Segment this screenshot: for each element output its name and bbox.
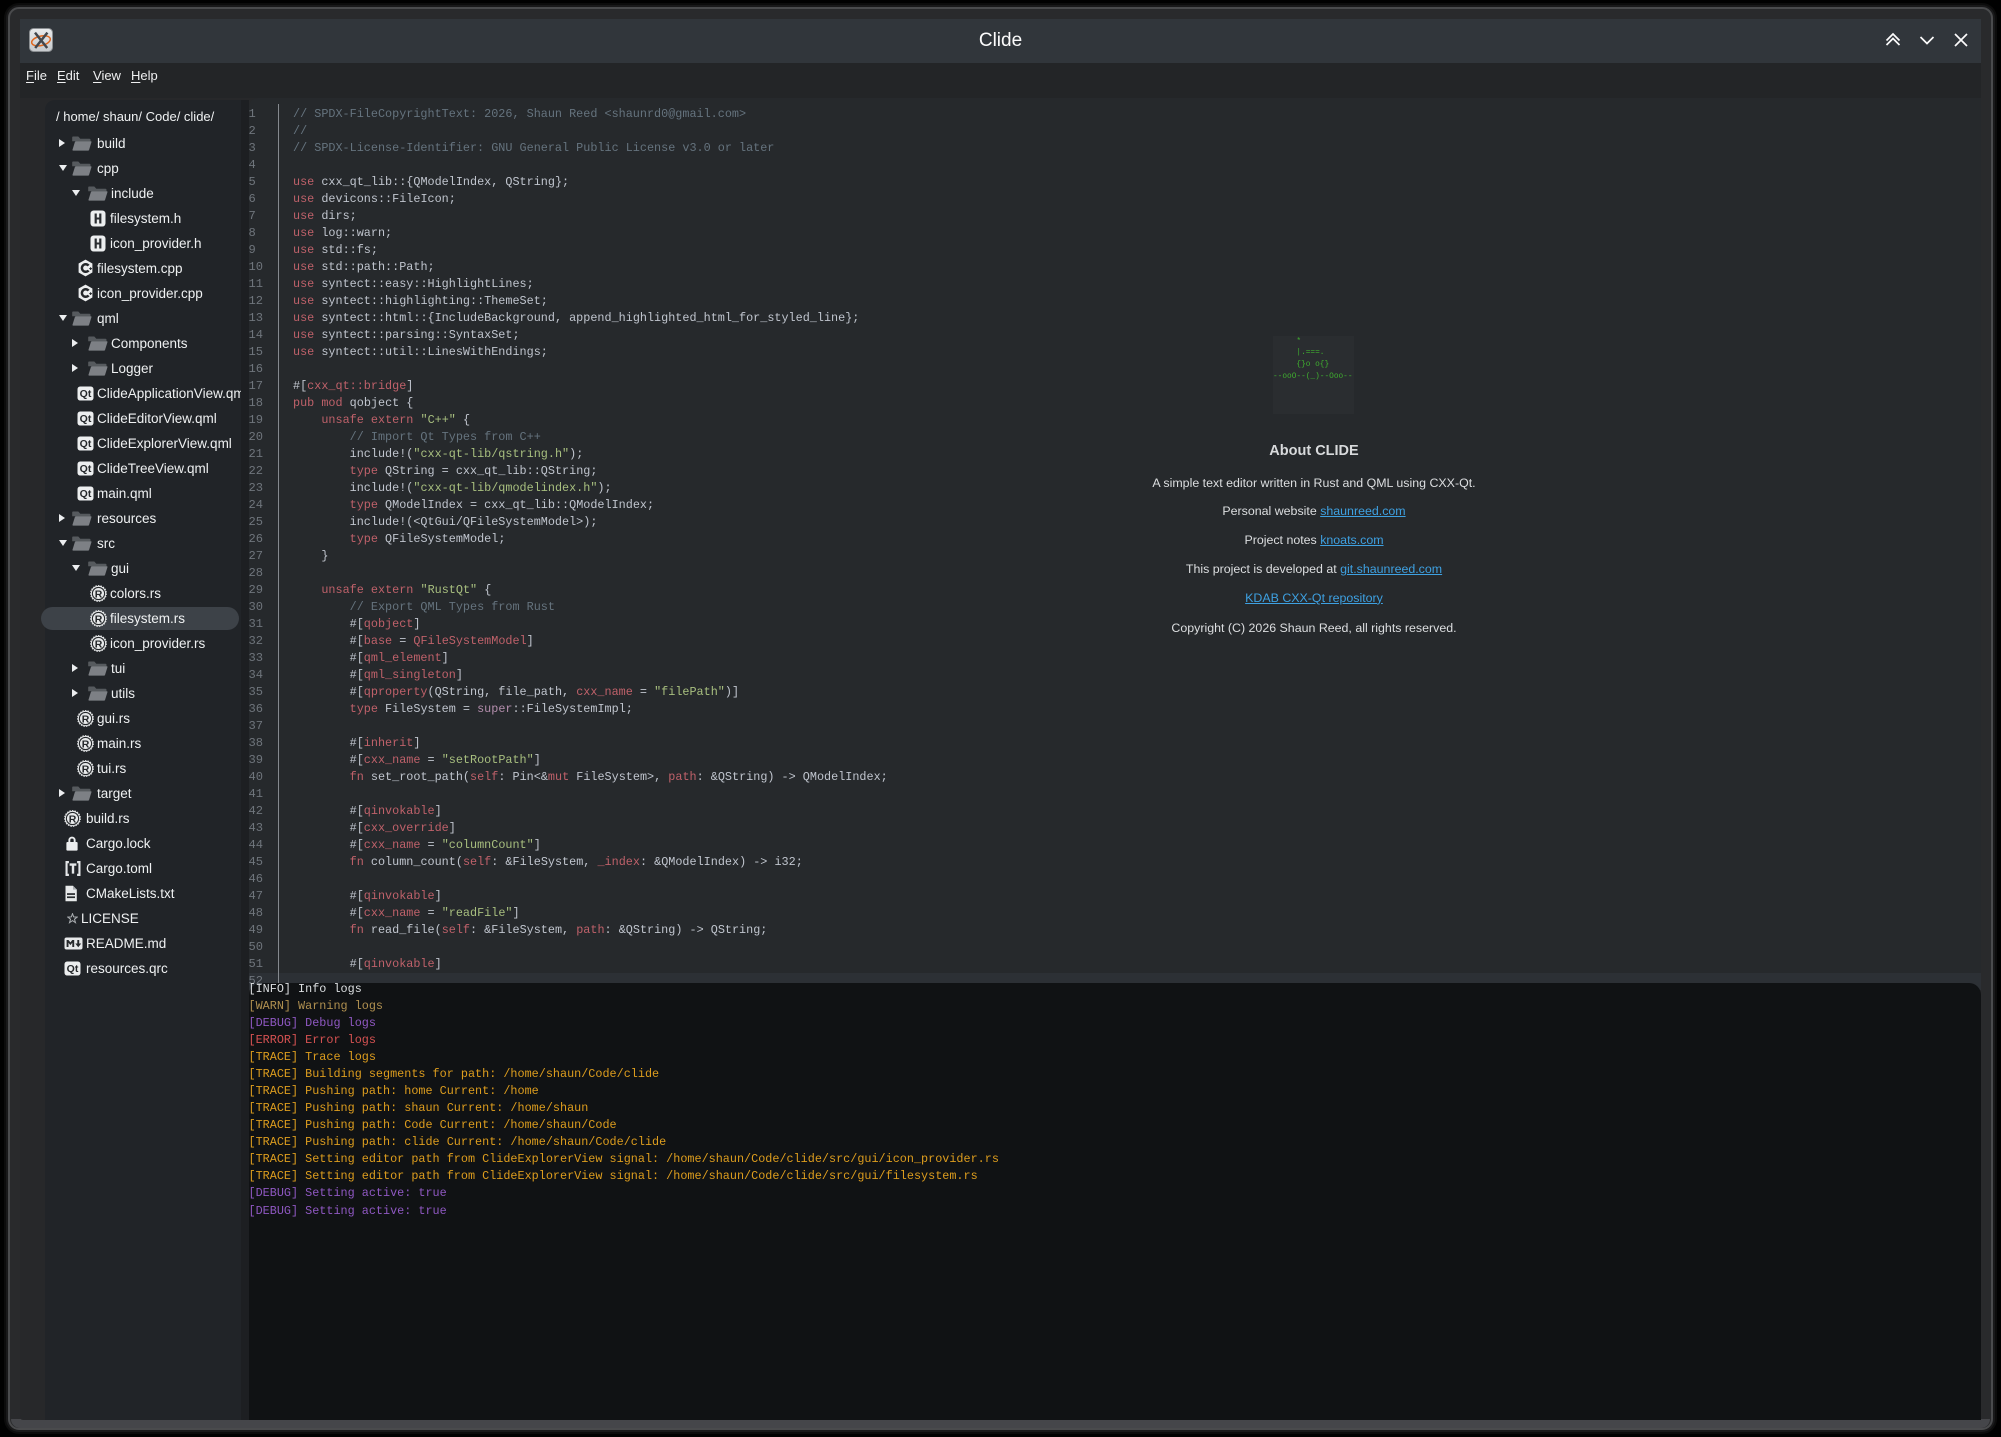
- svg-text:R: R: [95, 588, 103, 600]
- svg-text:R: R: [69, 813, 77, 825]
- svg-text:Qt: Qt: [80, 388, 92, 400]
- svg-text:R: R: [82, 738, 90, 750]
- svg-text:Qt: Qt: [67, 963, 79, 975]
- svg-text:Qt: Qt: [80, 413, 92, 425]
- svg-text:Qt: Qt: [80, 463, 92, 475]
- svg-text:R: R: [95, 613, 103, 625]
- svg-text:Qt: Qt: [80, 488, 92, 500]
- svg-text:Qt: Qt: [80, 438, 92, 450]
- svg-text:R: R: [82, 713, 90, 725]
- svg-text:R: R: [95, 638, 103, 650]
- svg-text:R: R: [82, 763, 90, 775]
